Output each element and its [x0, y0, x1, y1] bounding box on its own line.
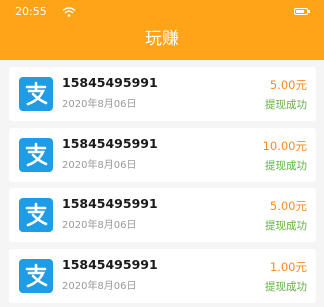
page-title: 玩赚 [145, 29, 179, 49]
withdraw-amount: 5.00元 [269, 78, 307, 92]
withdraw-status: 提现成功 [265, 220, 307, 232]
alipay-logo-icon [19, 198, 53, 232]
account-number: 15845495991 [62, 136, 158, 151]
app-header: 20:55 玩赚 [0, 0, 324, 60]
status-bar: 20:55 [0, 0, 324, 24]
account-number: 15845495991 [62, 75, 158, 90]
withdraw-amount: 10.00元 [262, 139, 307, 153]
account-number: 15845495991 [62, 257, 158, 272]
list-item[interactable]: 15845495991 2020年8月06日 5.00元 提现成功 [9, 67, 316, 121]
list-item[interactable]: 15845495991 2020年8月06日 1.00元 提现成功 [9, 249, 316, 303]
withdraw-amount: 1.00元 [269, 260, 307, 274]
withdraw-status: 提现成功 [265, 281, 307, 293]
status-time: 20:55 [15, 5, 47, 18]
record-date: 2020年8月06日 [62, 281, 137, 292]
record-date: 2020年8月06日 [62, 160, 137, 171]
withdraw-status: 提现成功 [265, 99, 307, 111]
record-date: 2020年8月06日 [62, 99, 137, 110]
alipay-logo-icon [19, 259, 53, 293]
withdraw-status: 提现成功 [265, 160, 307, 172]
account-number: 15845495991 [62, 196, 158, 211]
alipay-logo-icon [19, 138, 53, 172]
wifi-icon [62, 7, 76, 17]
list-item[interactable]: 15845495991 2020年8月06日 10.00元 提现成功 [9, 128, 316, 182]
withdraw-amount: 5.00元 [269, 199, 307, 213]
alipay-logo-icon [19, 77, 53, 111]
list-item[interactable]: 15845495991 2020年8月06日 5.00元 提现成功 [9, 188, 316, 242]
battery-icon [294, 8, 310, 15]
record-date: 2020年8月06日 [62, 220, 137, 231]
